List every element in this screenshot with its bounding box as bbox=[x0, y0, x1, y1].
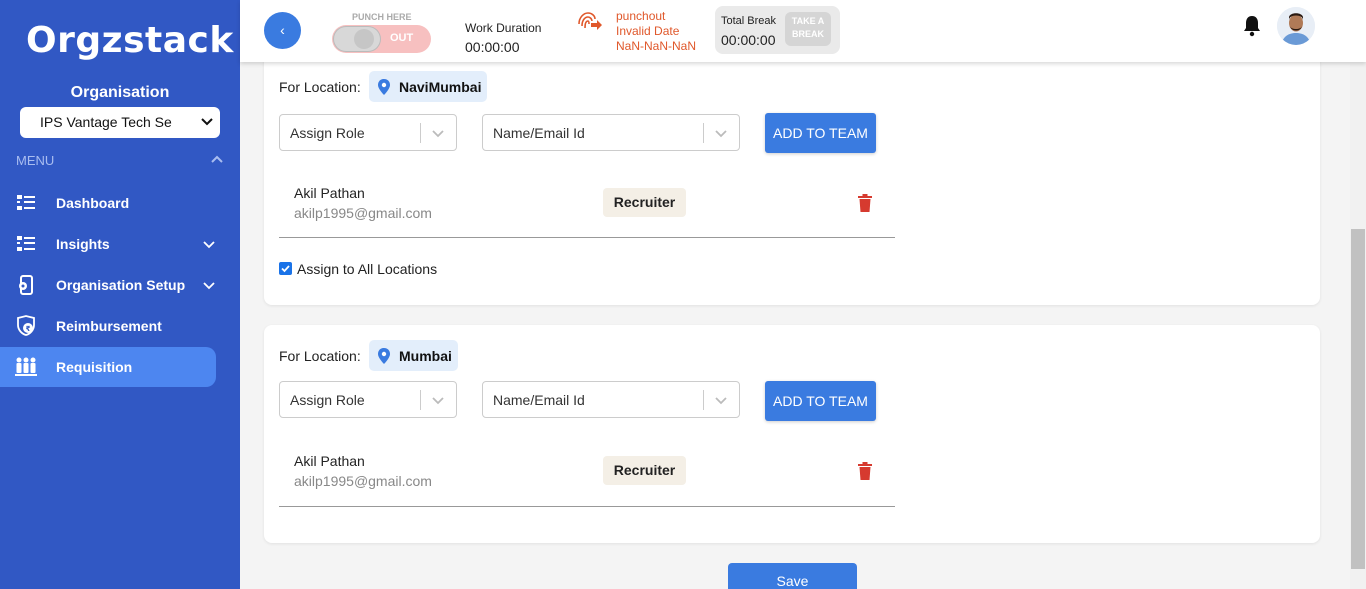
chevron-down-icon bbox=[432, 130, 444, 138]
sidebar-item-reimbursement[interactable]: ₹ Reimbursement bbox=[0, 306, 216, 346]
assign-role-select[interactable]: Assign Role bbox=[279, 381, 457, 418]
select-separator bbox=[703, 123, 704, 143]
bell-icon[interactable] bbox=[1242, 15, 1262, 37]
work-duration-label: Work Duration bbox=[465, 21, 542, 35]
name-email-placeholder: Name/Email Id bbox=[493, 125, 585, 141]
menu-label: MENU bbox=[16, 153, 55, 168]
user-avatar-icon bbox=[1277, 7, 1315, 45]
check-icon bbox=[281, 265, 290, 273]
add-to-team-button[interactable]: ADD TO TEAM bbox=[765, 113, 876, 153]
total-break-label: Total Break bbox=[721, 15, 777, 27]
assign-all-locations-checkbox[interactable] bbox=[279, 262, 292, 275]
sidebar-item-label: Organisation Setup bbox=[56, 277, 186, 293]
location-pin-icon bbox=[378, 347, 390, 364]
organisation-label: Organisation bbox=[70, 84, 170, 101]
chevron-up-icon bbox=[211, 155, 223, 163]
role-badge: Recruiter bbox=[603, 188, 686, 217]
save-button[interactable]: Save bbox=[728, 563, 857, 589]
select-separator bbox=[420, 123, 421, 143]
sidebar-item-insights[interactable]: Insights bbox=[0, 224, 216, 264]
list-icon bbox=[17, 195, 35, 210]
work-duration-value: 00:00:00 bbox=[465, 39, 520, 55]
punch-label: PUNCH HERE bbox=[352, 12, 412, 22]
location-name: NaviMumbai bbox=[399, 78, 482, 95]
sidebar-item-label: Dashboard bbox=[56, 195, 130, 211]
divider bbox=[279, 237, 895, 238]
name-email-placeholder: Name/Email Id bbox=[493, 392, 585, 408]
svg-text:₹: ₹ bbox=[26, 325, 31, 333]
phone-settings-icon bbox=[19, 275, 33, 295]
chevron-down-icon bbox=[715, 130, 727, 138]
chevron-down-icon bbox=[432, 397, 444, 405]
list-icon bbox=[17, 236, 35, 251]
punch-state: OUT bbox=[390, 32, 414, 44]
location-card-mumbai: For Location: Mumbai Assign Role Name/Em… bbox=[264, 325, 1320, 543]
location-name: Mumbai bbox=[399, 347, 452, 364]
total-break-value: 00:00:00 bbox=[721, 32, 776, 48]
app-logo[interactable]: Orgzstack bbox=[26, 20, 234, 61]
member-name: Akil Pathan bbox=[294, 453, 365, 469]
for-location-label: For Location: bbox=[279, 79, 361, 95]
select-separator bbox=[703, 390, 704, 410]
sidebar-item-label: Insights bbox=[56, 236, 110, 252]
assign-role-placeholder: Assign Role bbox=[290, 125, 365, 141]
fingerprint-icon bbox=[578, 12, 602, 30]
total-break-panel: Total Break 00:00:00 TAKE A BREAK bbox=[715, 6, 840, 54]
select-separator bbox=[420, 390, 421, 410]
location-tag: Mumbai bbox=[369, 340, 458, 371]
sidebar-item-dashboard[interactable]: Dashboard bbox=[0, 183, 216, 223]
assign-role-select[interactable]: Assign Role bbox=[279, 114, 457, 151]
assign-all-locations-label[interactable]: Assign to All Locations bbox=[297, 261, 437, 277]
location-pin-icon bbox=[378, 78, 390, 95]
people-icon bbox=[15, 357, 37, 376]
punchout-status: punchout Invalid Date NaN-NaN-NaN bbox=[616, 9, 697, 53]
role-badge: Recruiter bbox=[603, 456, 686, 485]
name-email-select[interactable]: Name/Email Id bbox=[482, 114, 740, 151]
sidebar-item-label: Requisition bbox=[56, 359, 133, 375]
chevron-down-icon bbox=[715, 397, 727, 405]
menu-header[interactable]: MENU bbox=[16, 153, 224, 168]
take-break-button[interactable]: TAKE A BREAK bbox=[785, 12, 831, 46]
assign-role-placeholder: Assign Role bbox=[290, 392, 365, 408]
chevron-down-icon bbox=[201, 118, 213, 126]
top-bar: ‹ PUNCH HERE OUT Work Duration 00:00:00 … bbox=[240, 0, 1366, 62]
add-to-team-button[interactable]: ADD TO TEAM bbox=[765, 381, 876, 421]
trash-icon[interactable] bbox=[857, 462, 873, 480]
for-location-label: For Location: bbox=[279, 348, 361, 364]
sidebar: Orgzstack Organisation IPS Vantage Tech … bbox=[0, 0, 240, 589]
collapse-sidebar-button[interactable]: ‹ bbox=[264, 12, 301, 49]
sidebar-item-label: Reimbursement bbox=[56, 318, 162, 334]
scrollbar-thumb[interactable] bbox=[1351, 229, 1365, 569]
member-name: Akil Pathan bbox=[294, 185, 365, 201]
chevron-down-icon bbox=[203, 282, 215, 290]
location-card-navimumbai: For Location: NaviMumbai Assign Role Nam… bbox=[264, 46, 1320, 305]
location-tag: NaviMumbai bbox=[369, 71, 488, 102]
avatar[interactable] bbox=[1277, 7, 1315, 45]
shield-money-icon: ₹ bbox=[17, 315, 35, 336]
organisation-select[interactable]: IPS Vantage Tech Se bbox=[20, 107, 220, 138]
sidebar-item-organisation-setup[interactable]: Organisation Setup bbox=[0, 265, 216, 305]
member-email: akilp1995@gmail.com bbox=[294, 205, 432, 221]
punch-toggle-knob[interactable] bbox=[334, 27, 380, 51]
chevron-down-icon bbox=[203, 241, 215, 249]
punch-toggle[interactable]: OUT bbox=[332, 25, 431, 53]
sidebar-item-requisition[interactable]: Requisition bbox=[0, 347, 216, 387]
divider bbox=[279, 506, 895, 507]
member-email: akilp1995@gmail.com bbox=[294, 473, 432, 489]
trash-icon[interactable] bbox=[857, 194, 873, 212]
organisation-select-value: IPS Vantage Tech Se bbox=[40, 114, 172, 130]
name-email-select[interactable]: Name/Email Id bbox=[482, 381, 740, 418]
